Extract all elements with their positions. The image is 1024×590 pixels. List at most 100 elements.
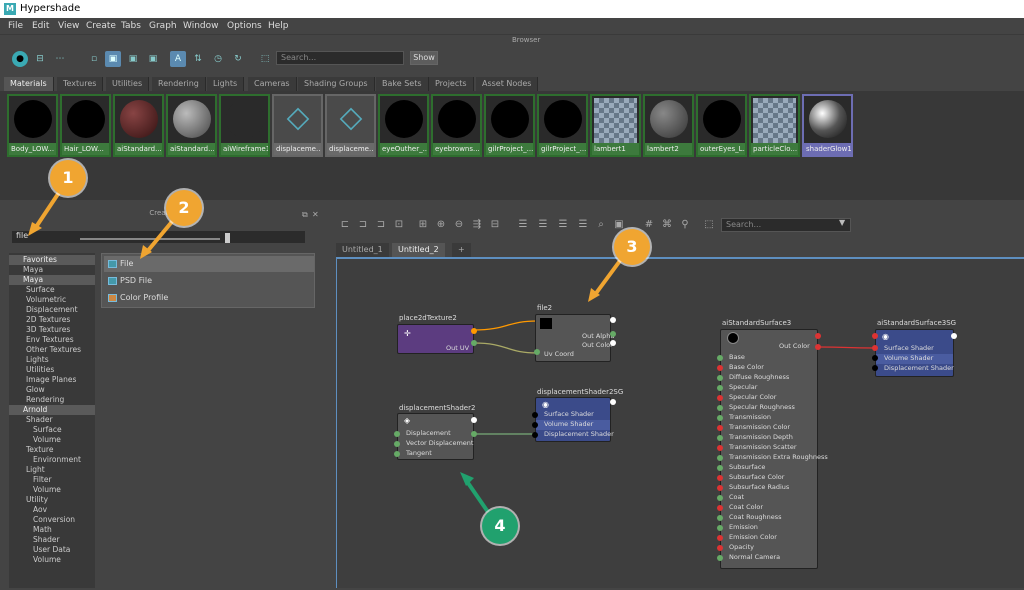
tree-item[interactable]: Glow bbox=[9, 385, 95, 395]
tab-bake-sets[interactable]: Bake Sets bbox=[376, 77, 429, 91]
tree-item[interactable]: Other Textures bbox=[9, 345, 95, 355]
custom-view-icon[interactable]: ☰ bbox=[576, 218, 590, 232]
tab-untitled-1[interactable]: Untitled_1 bbox=[336, 243, 389, 257]
swatch[interactable]: gilrProject_... bbox=[484, 94, 535, 157]
port-output[interactable] bbox=[610, 399, 616, 405]
tree-item[interactable]: Surface bbox=[9, 425, 95, 435]
add-node-icon[interactable]: ⊕ bbox=[434, 218, 448, 232]
port-input[interactable] bbox=[534, 349, 540, 355]
search-options-icon[interactable]: ⬚ bbox=[257, 51, 273, 67]
full-view-icon[interactable]: ☰ bbox=[556, 218, 570, 232]
graph-canvas[interactable]: place2dTexture2 ✛ Out UV file2 Out Alpha… bbox=[336, 257, 1024, 588]
port-input[interactable] bbox=[532, 412, 538, 418]
small-swatch-icon[interactable]: ▫ bbox=[86, 51, 102, 67]
port-output[interactable] bbox=[610, 317, 616, 323]
port-output[interactable] bbox=[471, 340, 477, 346]
menu-create[interactable]: Create bbox=[86, 21, 116, 31]
swatch[interactable]: displaceme... bbox=[272, 94, 323, 157]
port-input[interactable] bbox=[717, 555, 723, 561]
menu-options[interactable]: Options bbox=[227, 21, 262, 31]
layout-icon[interactable]: ⇶ bbox=[470, 218, 484, 232]
menu-graph[interactable]: Graph bbox=[149, 21, 177, 31]
port-input[interactable] bbox=[717, 435, 723, 441]
swatch[interactable]: aiStandard... bbox=[113, 94, 164, 157]
tree-item[interactable]: Shader bbox=[9, 535, 95, 545]
snap-icon[interactable]: ⌘ bbox=[660, 218, 674, 232]
tree-item[interactable]: Favorites bbox=[9, 255, 95, 265]
tab-options-icon[interactable]: ⬚ bbox=[702, 218, 716, 232]
swatch[interactable]: outerEyes_L... bbox=[696, 94, 747, 157]
port-output[interactable] bbox=[610, 340, 616, 346]
pin-icon[interactable]: ⚲ bbox=[678, 218, 692, 232]
tab-shading-groups[interactable]: Shading Groups bbox=[298, 77, 375, 91]
tree-item[interactable]: Maya bbox=[9, 265, 95, 275]
tab-materials[interactable]: Materials bbox=[4, 77, 54, 91]
tree-item[interactable]: Surface bbox=[9, 285, 95, 295]
tab-textures[interactable]: Textures bbox=[57, 77, 104, 91]
tree-item[interactable]: Utilities bbox=[9, 365, 95, 375]
tab-lights[interactable]: Lights bbox=[207, 77, 245, 91]
port-input[interactable] bbox=[717, 385, 723, 391]
swatch[interactable]: eyeOuther_... bbox=[378, 94, 429, 157]
port-input[interactable] bbox=[717, 375, 723, 381]
io-connections-icon[interactable]: ⊐ bbox=[356, 218, 370, 232]
port-output[interactable] bbox=[471, 328, 477, 334]
tree-item[interactable]: Volume bbox=[9, 485, 95, 495]
filter-slider[interactable] bbox=[80, 238, 220, 240]
port-input[interactable] bbox=[717, 415, 723, 421]
node-file[interactable]: Out Alpha Out Color Uv Coord bbox=[535, 314, 614, 362]
port-input[interactable] bbox=[394, 431, 400, 437]
sort-az-icon[interactable]: A bbox=[170, 51, 186, 67]
tab-projects[interactable]: Projects bbox=[429, 77, 474, 91]
port-output[interactable] bbox=[951, 333, 957, 339]
node-ai-surface-sg[interactable]: ◉ Surface Shader Volume Shader Displacem… bbox=[875, 329, 954, 377]
grid-view-icon[interactable]: ⊟ bbox=[32, 51, 48, 67]
tab-rendering[interactable]: Rendering bbox=[152, 77, 206, 91]
sort-time-icon[interactable]: ◷ bbox=[210, 51, 226, 67]
item-color-profile[interactable]: Color Profile bbox=[104, 290, 314, 306]
port-input[interactable] bbox=[717, 455, 723, 461]
port-input[interactable] bbox=[717, 465, 723, 471]
menu-tabs[interactable]: Tabs bbox=[121, 21, 141, 31]
port-output[interactable] bbox=[815, 344, 821, 350]
float-icon[interactable]: ⧉ bbox=[302, 210, 308, 220]
node-ai-standard-surface[interactable]: Out Color Base Base Color Diffuse Roughn… bbox=[720, 329, 828, 569]
input-connections-icon[interactable]: ⊏ bbox=[338, 218, 352, 232]
item-psd-file[interactable]: PSD File bbox=[104, 273, 314, 289]
port-input[interactable] bbox=[717, 445, 723, 451]
port-input[interactable] bbox=[532, 422, 538, 428]
port-output[interactable] bbox=[610, 331, 616, 337]
port-output[interactable] bbox=[471, 417, 477, 423]
tree-item[interactable]: Volume bbox=[9, 435, 95, 445]
connected-view-icon[interactable]: ☰ bbox=[536, 218, 550, 232]
tree-item[interactable]: Displacement bbox=[9, 305, 95, 315]
port-input[interactable] bbox=[717, 355, 723, 361]
tab-cameras[interactable]: Cameras bbox=[248, 77, 297, 91]
port-input[interactable] bbox=[872, 333, 878, 339]
sort-type-icon[interactable]: ⇅ bbox=[190, 51, 206, 67]
tree-item[interactable]: Light bbox=[9, 465, 95, 475]
menu-help[interactable]: Help bbox=[268, 21, 289, 31]
tree-item[interactable]: Conversion bbox=[9, 515, 95, 525]
tree-item[interactable]: Env Textures bbox=[9, 335, 95, 345]
node-place2dtexture[interactable]: ✛ Out UV bbox=[397, 324, 474, 354]
swatch[interactable]: shaderGlow1 bbox=[802, 94, 853, 157]
swatch[interactable]: particleClo... bbox=[749, 94, 800, 157]
output-connections-icon[interactable]: ⊐ bbox=[374, 218, 388, 232]
tab-utilities[interactable]: Utilities bbox=[106, 77, 150, 91]
tree-item[interactable]: Volumetric bbox=[9, 295, 95, 305]
item-file[interactable]: File bbox=[104, 256, 314, 272]
show-button[interactable]: Show bbox=[410, 51, 438, 65]
tree-item[interactable]: Arnold bbox=[9, 405, 95, 415]
swatch[interactable]: displaceme... bbox=[325, 94, 376, 157]
close-icon[interactable]: ✕ bbox=[312, 210, 319, 219]
swatch[interactable]: Body_LOW... bbox=[7, 94, 58, 157]
tree-item[interactable]: Lights bbox=[9, 355, 95, 365]
slider-handle[interactable] bbox=[225, 233, 230, 243]
port-input[interactable] bbox=[717, 495, 723, 501]
tab-untitled-2[interactable]: Untitled_2 bbox=[392, 243, 445, 257]
port-input[interactable] bbox=[717, 485, 723, 491]
tree-item[interactable]: Filter bbox=[9, 475, 95, 485]
menu-file[interactable]: File bbox=[8, 21, 23, 31]
medium-swatch-icon[interactable]: ▣ bbox=[105, 51, 121, 67]
